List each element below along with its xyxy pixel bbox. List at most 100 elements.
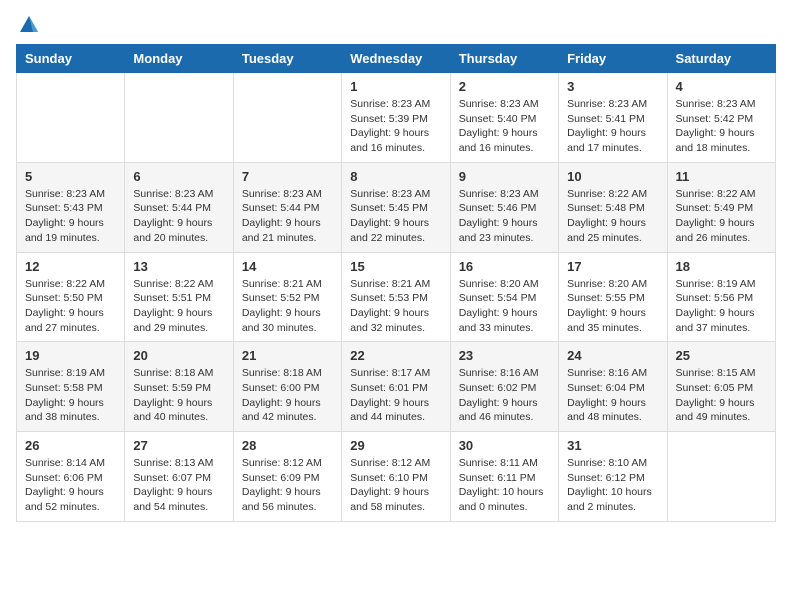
calendar-day-cell: 30 Sunrise: 8:11 AM Sunset: 6:11 PM Dayli… (450, 432, 558, 522)
calendar-day-cell (125, 73, 233, 163)
day-number: 15 (350, 259, 441, 274)
calendar-day-cell: 21 Sunrise: 8:18 AM Sunset: 6:00 PM Dayli… (233, 342, 341, 432)
calendar-day-cell: 3Sunrise: 8:23 AM Sunset: 5:41 PM Daylig… (559, 73, 667, 163)
day-info: Sunrise: 8:16 AM Sunset: 6:04 PM Dayligh… (567, 366, 658, 425)
day-number: 1 (350, 79, 441, 94)
day-info: Sunrise: 8:20 AM Sunset: 5:54 PM Dayligh… (459, 277, 550, 336)
calendar-day-cell: 10 Sunrise: 8:22 AM Sunset: 5:48 PM Dayli… (559, 162, 667, 252)
day-info: Sunrise: 8:20 AM Sunset: 5:55 PM Dayligh… (567, 277, 658, 336)
calendar-day-cell: 7 Sunrise: 8:23 AM Sunset: 5:44 PM Daylig… (233, 162, 341, 252)
day-number: 21 (242, 348, 333, 363)
calendar-day-cell: 18 Sunrise: 8:19 AM Sunset: 5:56 PM Dayli… (667, 252, 775, 342)
calendar-day-cell (17, 73, 125, 163)
day-number: 23 (459, 348, 550, 363)
day-info: Sunrise: 8:23 AM Sunset: 5:43 PM Dayligh… (25, 187, 116, 246)
calendar-day-cell: 14 Sunrise: 8:21 AM Sunset: 5:52 PM Dayli… (233, 252, 341, 342)
calendar-day-cell: 28 Sunrise: 8:12 AM Sunset: 6:09 PM Dayli… (233, 432, 341, 522)
day-info: Sunrise: 8:22 AM Sunset: 5:48 PM Dayligh… (567, 187, 658, 246)
calendar-week-row: 19 Sunrise: 8:19 AM Sunset: 5:58 PM Dayli… (17, 342, 776, 432)
day-info: Sunrise: 8:22 AM Sunset: 5:51 PM Dayligh… (133, 277, 224, 336)
day-info: Sunrise: 8:23 AM Sunset: 5:45 PM Dayligh… (350, 187, 441, 246)
day-info: Sunrise: 8:11 AM Sunset: 6:11 PM Dayligh… (459, 456, 550, 515)
calendar-day-cell (233, 73, 341, 163)
day-number: 30 (459, 438, 550, 453)
calendar-day-cell: 23Sunrise: 8:16 AM Sunset: 6:02 PM Dayli… (450, 342, 558, 432)
day-info: Sunrise: 8:22 AM Sunset: 5:49 PM Dayligh… (676, 187, 767, 246)
day-info: Sunrise: 8:17 AM Sunset: 6:01 PM Dayligh… (350, 366, 441, 425)
calendar-day-cell: 29Sunrise: 8:12 AM Sunset: 6:10 PM Dayli… (342, 432, 450, 522)
day-info: Sunrise: 8:22 AM Sunset: 5:50 PM Dayligh… (25, 277, 116, 336)
day-number: 16 (459, 259, 550, 274)
day-of-week-header: Monday (125, 45, 233, 73)
calendar-week-row: 12 Sunrise: 8:22 AM Sunset: 5:50 PM Dayli… (17, 252, 776, 342)
calendar-day-cell (667, 432, 775, 522)
day-of-week-header: Friday (559, 45, 667, 73)
day-info: Sunrise: 8:18 AM Sunset: 5:59 PM Dayligh… (133, 366, 224, 425)
day-info: Sunrise: 8:19 AM Sunset: 5:58 PM Dayligh… (25, 366, 116, 425)
calendar-day-cell: 22 Sunrise: 8:17 AM Sunset: 6:01 PM Dayli… (342, 342, 450, 432)
day-info: Sunrise: 8:21 AM Sunset: 5:52 PM Dayligh… (242, 277, 333, 336)
calendar-day-cell: 4 Sunrise: 8:23 AM Sunset: 5:42 PM Daylig… (667, 73, 775, 163)
logo (16, 16, 40, 32)
day-info: Sunrise: 8:18 AM Sunset: 6:00 PM Dayligh… (242, 366, 333, 425)
day-of-week-header: Thursday (450, 45, 558, 73)
day-info: Sunrise: 8:19 AM Sunset: 5:56 PM Dayligh… (676, 277, 767, 336)
calendar-day-cell: 26 Sunrise: 8:14 AM Sunset: 6:06 PM Dayli… (17, 432, 125, 522)
day-number: 20 (133, 348, 224, 363)
day-number: 13 (133, 259, 224, 274)
day-number: 28 (242, 438, 333, 453)
day-info: Sunrise: 8:23 AM Sunset: 5:44 PM Dayligh… (242, 187, 333, 246)
day-number: 12 (25, 259, 116, 274)
calendar-day-cell: 5 Sunrise: 8:23 AM Sunset: 5:43 PM Daylig… (17, 162, 125, 252)
day-info: Sunrise: 8:15 AM Sunset: 6:05 PM Dayligh… (676, 366, 767, 425)
calendar-day-cell: 8 Sunrise: 8:23 AM Sunset: 5:45 PM Daylig… (342, 162, 450, 252)
day-number: 4 (676, 79, 767, 94)
day-number: 24 (567, 348, 658, 363)
day-of-week-header: Saturday (667, 45, 775, 73)
calendar-day-cell: 9 Sunrise: 8:23 AM Sunset: 5:46 PM Daylig… (450, 162, 558, 252)
calendar-day-cell: 16 Sunrise: 8:20 AM Sunset: 5:54 PM Dayli… (450, 252, 558, 342)
calendar-day-cell: 15 Sunrise: 8:21 AM Sunset: 5:53 PM Dayli… (342, 252, 450, 342)
day-number: 19 (25, 348, 116, 363)
calendar-day-cell: 13 Sunrise: 8:22 AM Sunset: 5:51 PM Dayli… (125, 252, 233, 342)
calendar-header-row: SundayMondayTuesdayWednesdayThursdayFrid… (17, 45, 776, 73)
calendar-day-cell: 27 Sunrise: 8:13 AM Sunset: 6:07 PM Dayli… (125, 432, 233, 522)
day-number: 10 (567, 169, 658, 184)
day-number: 9 (459, 169, 550, 184)
day-number: 14 (242, 259, 333, 274)
day-number: 3 (567, 79, 658, 94)
day-info: Sunrise: 8:13 AM Sunset: 6:07 PM Dayligh… (133, 456, 224, 515)
day-info: Sunrise: 8:12 AM Sunset: 6:09 PM Dayligh… (242, 456, 333, 515)
calendar-week-row: 5 Sunrise: 8:23 AM Sunset: 5:43 PM Daylig… (17, 162, 776, 252)
calendar-day-cell: 2Sunrise: 8:23 AM Sunset: 5:40 PM Daylig… (450, 73, 558, 163)
logo-icon (18, 14, 40, 36)
day-info: Sunrise: 8:23 AM Sunset: 5:39 PM Dayligh… (350, 97, 441, 156)
calendar-table: SundayMondayTuesdayWednesdayThursdayFrid… (16, 44, 776, 522)
day-info: Sunrise: 8:23 AM Sunset: 5:44 PM Dayligh… (133, 187, 224, 246)
day-info: Sunrise: 8:12 AM Sunset: 6:10 PM Dayligh… (350, 456, 441, 515)
page-header (16, 16, 776, 32)
day-number: 18 (676, 259, 767, 274)
day-number: 5 (25, 169, 116, 184)
day-of-week-header: Wednesday (342, 45, 450, 73)
day-info: Sunrise: 8:14 AM Sunset: 6:06 PM Dayligh… (25, 456, 116, 515)
calendar-day-cell: 11Sunrise: 8:22 AM Sunset: 5:49 PM Dayli… (667, 162, 775, 252)
calendar-day-cell: 24 Sunrise: 8:16 AM Sunset: 6:04 PM Dayli… (559, 342, 667, 432)
calendar-day-cell: 25Sunrise: 8:15 AM Sunset: 6:05 PM Dayli… (667, 342, 775, 432)
day-number: 6 (133, 169, 224, 184)
day-number: 22 (350, 348, 441, 363)
day-number: 2 (459, 79, 550, 94)
calendar-day-cell: 31Sunrise: 8:10 AM Sunset: 6:12 PM Dayli… (559, 432, 667, 522)
day-number: 27 (133, 438, 224, 453)
day-info: Sunrise: 8:21 AM Sunset: 5:53 PM Dayligh… (350, 277, 441, 336)
day-info: Sunrise: 8:23 AM Sunset: 5:42 PM Dayligh… (676, 97, 767, 156)
calendar-day-cell: 1 Sunrise: 8:23 AM Sunset: 5:39 PM Daylig… (342, 73, 450, 163)
day-info: Sunrise: 8:23 AM Sunset: 5:46 PM Dayligh… (459, 187, 550, 246)
calendar-day-cell: 6 Sunrise: 8:23 AM Sunset: 5:44 PM Daylig… (125, 162, 233, 252)
day-number: 17 (567, 259, 658, 274)
day-of-week-header: Sunday (17, 45, 125, 73)
day-number: 26 (25, 438, 116, 453)
day-number: 7 (242, 169, 333, 184)
calendar-day-cell: 12 Sunrise: 8:22 AM Sunset: 5:50 PM Dayli… (17, 252, 125, 342)
day-number: 8 (350, 169, 441, 184)
